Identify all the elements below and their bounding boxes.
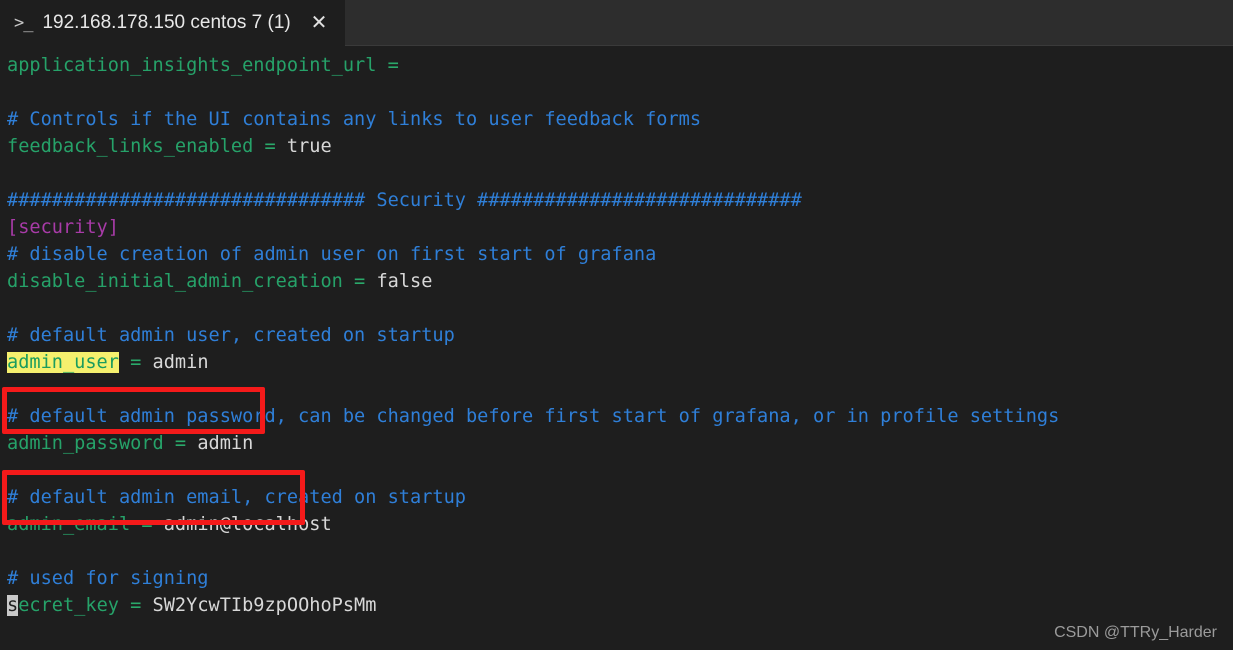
terminal-line: # default admin user, created on startup — [7, 322, 1059, 349]
terminal-span: admin_password — [7, 433, 164, 454]
terminal-line: secret_key = SW2YcwTIb9zpOOhoPsMm — [7, 592, 1059, 619]
terminal-line: admin_password = admin — [7, 430, 1059, 457]
terminal-span: s — [7, 595, 19, 616]
terminal-line: # disable creation of admin user on firs… — [7, 241, 1059, 268]
terminal-span: admin_user — [7, 352, 119, 373]
terminal-line: feedback_links_enabled = true — [7, 133, 1059, 160]
terminal-span: true — [286, 136, 332, 157]
terminal-tab-active[interactable]: >_ 192.168.178.150 centos 7 (1) ✕ — [0, 0, 345, 46]
terminal-span: admin_email — [7, 514, 131, 535]
prompt-icon: >_ — [14, 12, 34, 33]
terminal-span: = — [163, 433, 198, 454]
terminal-span: = — [118, 352, 153, 373]
terminal-span: [security] — [7, 217, 119, 238]
terminal-span: ################################ Securit… — [7, 190, 802, 211]
terminal-span: = — [342, 271, 377, 292]
terminal-span: application_insights_endpoint_url — [7, 55, 377, 76]
terminal-line: [security] — [7, 214, 1059, 241]
tab-bar: >_ 192.168.178.150 centos 7 (1) ✕ — [0, 0, 1233, 46]
terminal-span: disable_initial_admin_creation — [7, 271, 343, 292]
terminal-span: = — [253, 136, 287, 157]
terminal-span: # disable creation of admin user on firs… — [7, 244, 657, 265]
terminal-span: SW2YcwTIb9zpOOhoPsMm — [152, 595, 377, 616]
terminal-span: false — [376, 271, 433, 292]
terminal-span: admin — [152, 352, 209, 373]
terminal-span: # default admin email, created on startu… — [7, 487, 466, 508]
terminal-span: # default admin password, can be changed… — [7, 406, 1060, 427]
terminal-line: disable_initial_admin_creation = false — [7, 268, 1059, 295]
terminal-line: # default admin password, can be changed… — [7, 403, 1059, 430]
terminal-line: # Controls if the UI contains any links … — [7, 106, 1059, 133]
terminal-span: = — [118, 595, 153, 616]
terminal-line: ################################ Securit… — [7, 187, 1059, 214]
terminal-span: admin@localhost — [163, 514, 332, 535]
terminal-span: feedback_links_enabled — [7, 136, 254, 157]
terminal-line: admin_email = admin@localhost — [7, 511, 1059, 538]
terminal-span: ecret_key — [18, 595, 119, 616]
terminal-span: admin — [197, 433, 254, 454]
terminal-line: application_insights_endpoint_url = — [7, 52, 1059, 79]
close-icon[interactable]: ✕ — [309, 13, 329, 33]
terminal-line: # used for signing — [7, 565, 1059, 592]
tab-title: 192.168.178.150 centos 7 (1) — [42, 12, 291, 33]
terminal-line: # default admin email, created on startu… — [7, 484, 1059, 511]
terminal-line: admin_user = admin — [7, 349, 1059, 376]
terminal-span: = — [130, 514, 164, 535]
terminal-span: # Controls if the UI contains any links … — [7, 109, 702, 130]
terminal-span: = — [376, 55, 399, 76]
terminal-span: # default admin user, created on startup — [7, 325, 455, 346]
terminal-span: # used for signing — [7, 568, 209, 589]
terminal-body[interactable]: application_insights_endpoint_url = # Co… — [0, 46, 1233, 650]
terminal-screen: application_insights_endpoint_url = # Co… — [7, 52, 1059, 619]
watermark: CSDN @TTRy_Harder — [1054, 624, 1217, 641]
